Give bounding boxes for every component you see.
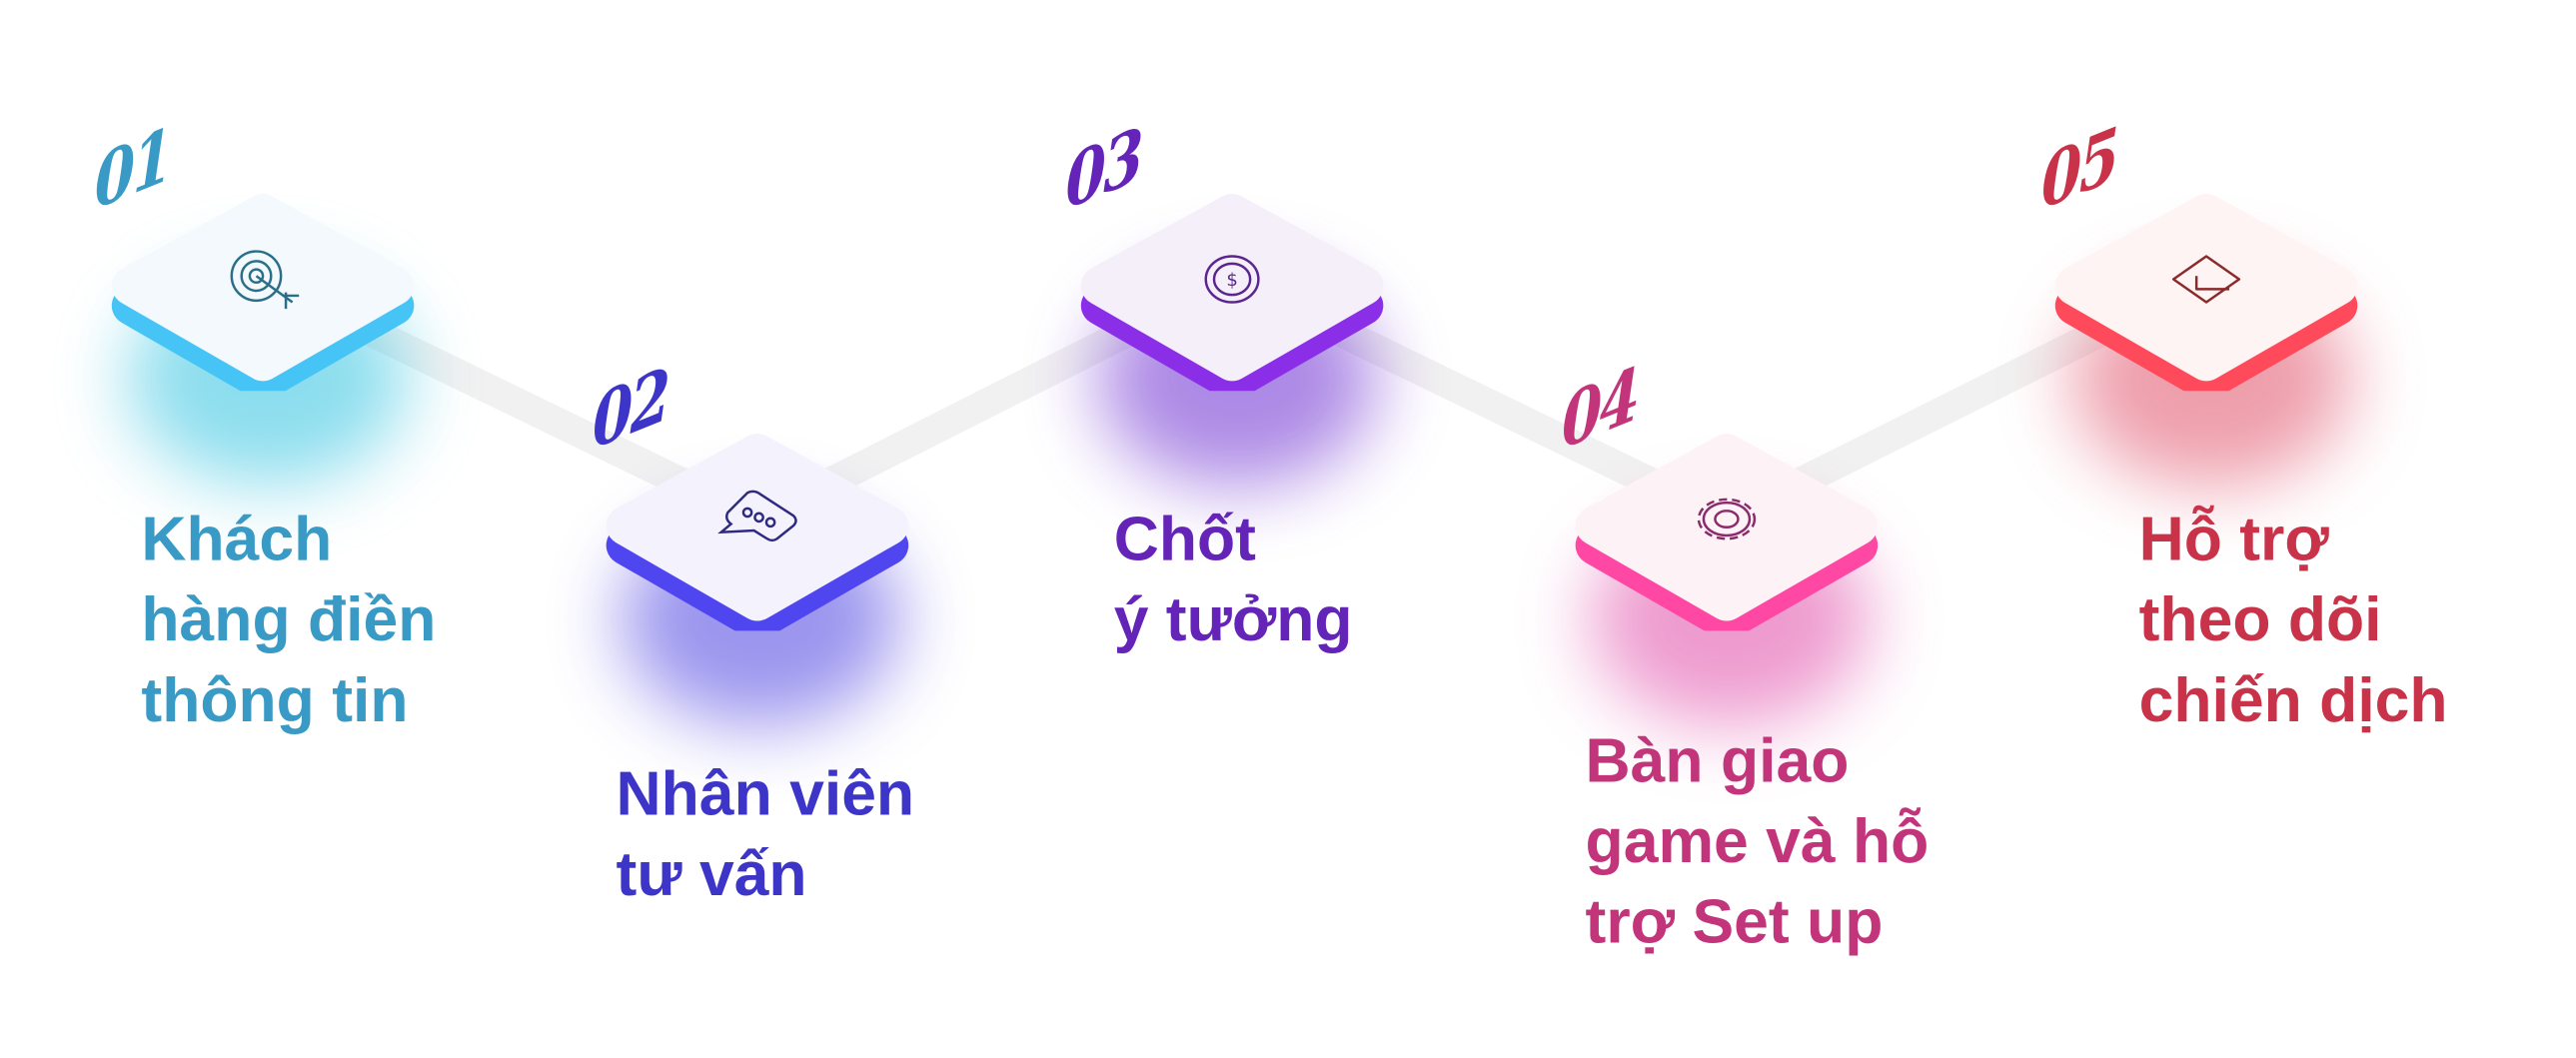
label-line: hàng điền: [141, 585, 437, 655]
step-tile: $: [1080, 194, 1384, 392]
label-line: Bàn giao: [1585, 727, 1850, 797]
step-label: Hỗ trợ theo dõi chiến dịch: [2139, 501, 2448, 742]
step-tile: [606, 434, 909, 631]
label-line: trợ Set up: [1585, 888, 1884, 958]
step-label: Nhân viên tư vấn: [617, 755, 915, 916]
label-line: Hỗ trợ: [2138, 506, 2329, 575]
label-line: Nhân viên: [616, 760, 915, 830]
label-line: game và hỗ: [1585, 807, 1930, 877]
step-label: Bàn giao game và hỗ trợ Set up: [1586, 722, 1930, 964]
step-tile: [111, 194, 415, 392]
label-line: theo dõi: [2138, 585, 2382, 655]
step-tile: [1575, 434, 1879, 631]
label-line: Chốt: [1113, 506, 1256, 575]
step-label: Khách hàng điền thông tin: [141, 501, 436, 742]
step-tile: [2054, 194, 2358, 392]
label-line: Khách: [141, 506, 333, 575]
dollar-sign: $: [1226, 270, 1238, 291]
label-line: thông tin: [141, 666, 409, 736]
label-line: tư vấn: [616, 840, 807, 910]
step-label: Chốt ý tưởng: [1114, 501, 1353, 661]
label-line: chiến dịch: [2138, 666, 2448, 736]
label-line: ý tưởng: [1113, 585, 1353, 655]
process-diagram: 01 Khách hàng điền thông tin 02 Nhân viê…: [0, 0, 2576, 1058]
